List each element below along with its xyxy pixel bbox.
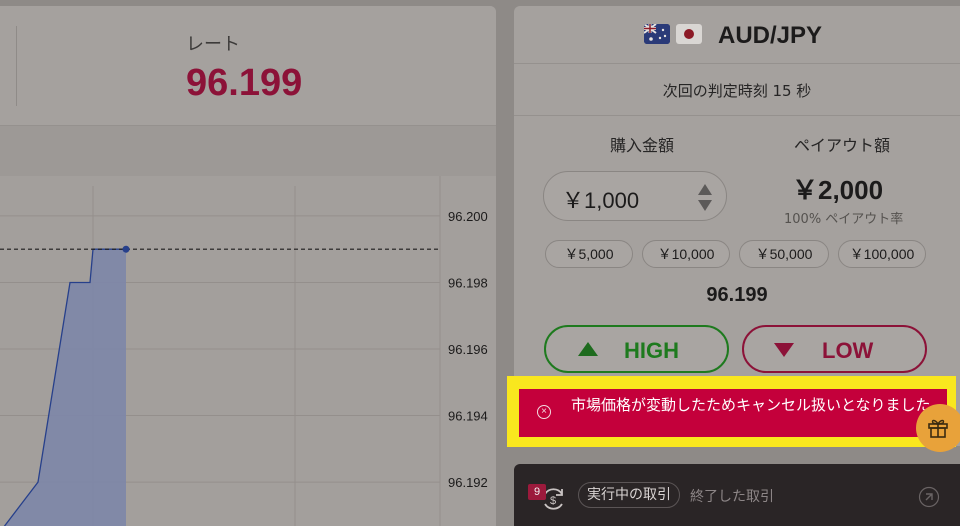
amount-label: 購入金額 xyxy=(610,136,675,155)
payout-value: ￥2,000 xyxy=(792,175,884,205)
preset-100000-button[interactable]: ￥100,000 xyxy=(838,240,926,268)
amount-input[interactable]: ￥1,000 xyxy=(543,171,727,221)
trades-bar: $ 9 実行中の取引 終了した取引 xyxy=(514,464,960,526)
y-tick-label: 96.192 xyxy=(448,475,488,490)
high-label: HIGH xyxy=(624,338,679,363)
gift-button[interactable] xyxy=(916,404,960,452)
divider xyxy=(16,26,17,106)
japan-flag-icon xyxy=(676,24,702,44)
y-tick-label: 96.198 xyxy=(448,275,488,290)
y-tick-label: 96.196 xyxy=(448,342,488,357)
error-toast[interactable]: × 市場価格が変動したためキャンセル扱いとなりました。 xyxy=(519,389,947,437)
tab-open-trades[interactable]: 実行中の取引 xyxy=(578,482,680,508)
preset-10000-button[interactable]: ￥10,000 xyxy=(642,240,730,268)
amount-value: ￥1,000 xyxy=(562,188,640,213)
rate-panel: レート 96.199 96.200 96.198 96.196 96.194 96.19… xyxy=(0,6,496,526)
preset-5000-button[interactable]: ￥5,000 xyxy=(545,240,633,268)
svg-text:$: $ xyxy=(550,495,556,507)
y-tick-label: 96.200 xyxy=(448,209,488,224)
up-arrow-icon xyxy=(578,342,598,356)
rate-label: レート xyxy=(186,34,240,55)
preset-50000-button[interactable]: ￥50,000 xyxy=(739,240,829,268)
next-judgement-timer: 次回の判定時刻 15 秒 xyxy=(662,82,812,100)
price-area-fill xyxy=(4,249,126,526)
decrease-amount-icon[interactable] xyxy=(698,200,712,211)
timer-row: 次回の判定時刻 15 秒 xyxy=(514,64,960,116)
gift-icon xyxy=(928,419,948,438)
chart-toolbar xyxy=(0,126,496,176)
external-link-icon[interactable] xyxy=(918,486,940,508)
toast-message: 市場価格が変動したためキャンセル扱いとなりました。 xyxy=(571,396,946,414)
low-label: LOW xyxy=(822,338,874,363)
price-chart[interactable]: 96.200 96.198 96.196 96.194 96.192 xyxy=(0,176,496,526)
current-price: 96.199 xyxy=(706,284,768,306)
payout-label: ペイアウト額 xyxy=(794,136,891,155)
rate-header: レート 96.199 xyxy=(0,6,496,126)
increase-amount-icon[interactable] xyxy=(698,184,712,195)
currency-pair: AUD/JPY xyxy=(718,22,823,49)
toast-highlight: × 市場価格が変動したためキャンセル扱いとなりました。 xyxy=(507,376,956,447)
low-button[interactable]: LOW xyxy=(742,325,927,373)
open-trades-count-badge: 9 xyxy=(528,484,546,500)
chart-svg: 96.200 96.198 96.196 96.194 96.192 xyxy=(0,176,488,526)
y-tick-label: 96.194 xyxy=(448,409,488,424)
down-arrow-icon xyxy=(774,343,794,357)
preset-amounts: ￥5,000 ￥10,000 ￥50,000 ￥100,000 xyxy=(545,240,926,270)
close-circle-icon[interactable]: × xyxy=(537,405,551,419)
australia-flag-icon xyxy=(644,24,670,44)
tab-closed-trades[interactable]: 終了した取引 xyxy=(690,486,774,506)
rate-value: 96.199 xyxy=(186,62,303,104)
pair-header: AUD/JPY xyxy=(514,6,960,64)
high-button[interactable]: HIGH xyxy=(544,325,729,373)
payout-rate: 100% ペイアウト率 xyxy=(784,212,904,227)
current-price-point xyxy=(122,245,130,253)
